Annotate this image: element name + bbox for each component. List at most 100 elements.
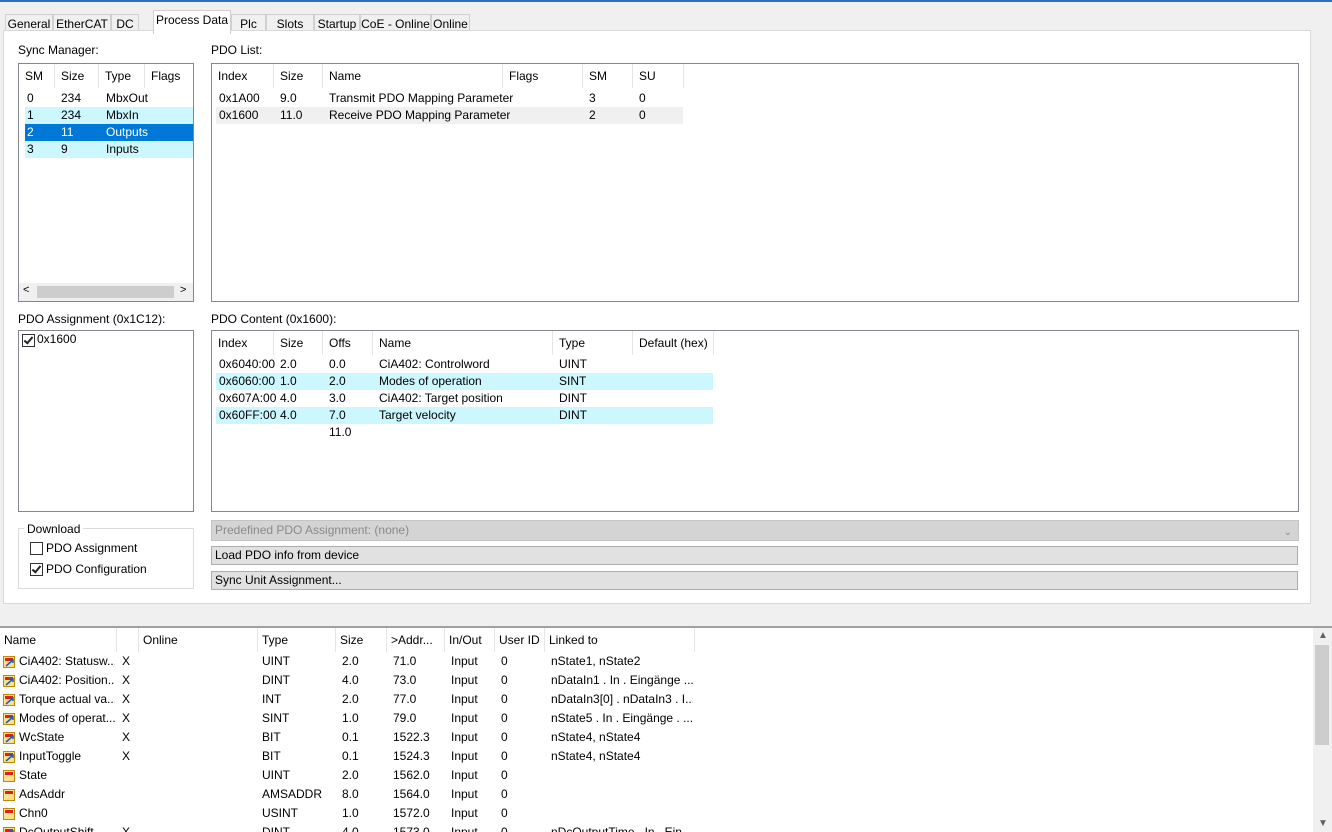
sync-manager-row-selected[interactable]: 2 11 Outputs: [25, 124, 193, 141]
scroll-down-icon[interactable]: ▼: [1318, 818, 1328, 829]
column-header-online[interactable]: Online: [139, 628, 258, 652]
variable-type: UINT: [262, 768, 290, 782]
pdo-assignment-item[interactable]: 0x1600: [37, 332, 76, 346]
load-pdo-info-button[interactable]: Load PDO info from device: [211, 546, 1298, 565]
sm-type: Inputs: [106, 142, 139, 156]
linked-input-variable-icon: [3, 655, 16, 668]
variable-row[interactable]: CiA402: Statusw... X UINT 2.0 71.0 Input 0 nSta…: [0, 652, 1312, 671]
sm-size: 234: [61, 91, 82, 105]
variable-row[interactable]: AdsAddr AMSADDR 8.0 1564.0 Input 0: [0, 785, 1312, 804]
pdo-assignment-download-label[interactable]: PDO Assignment: [46, 541, 137, 555]
pdo-configuration-download-label[interactable]: PDO Configuration: [46, 562, 147, 576]
tab-bar: General EtherCAT DC Process Data Plc Slo…: [0, 2, 1332, 34]
variable-name: CiA402: Statusw...: [19, 654, 115, 668]
column-header-sm[interactable]: SM: [583, 64, 633, 88]
column-header-linked-to[interactable]: Linked to: [545, 628, 695, 652]
column-header-inout[interactable]: In/Out: [445, 628, 495, 652]
variables-list[interactable]: Name Online Type Size >Addr... In/Out Us…: [0, 628, 1332, 832]
pdo-size: 11.0: [280, 108, 303, 122]
column-header-default[interactable]: Default (hex): [633, 331, 714, 355]
column-header-offs[interactable]: Offs: [323, 331, 373, 355]
pdo-assignment-checkbox[interactable]: [22, 334, 35, 347]
variable-name: AdsAddr: [19, 787, 66, 801]
pdo-index: 0x1A00: [219, 91, 260, 105]
pdo-list-row[interactable]: 0x1A00 9.0 Transmit PDO Mapping Paramete…: [216, 90, 683, 107]
variable-row[interactable]: WcState X BIT 0.1 1522.3 Input 0 nState4, nStat…: [0, 728, 1312, 747]
sync-unit-assignment-button[interactable]: Sync Unit Assignment...: [211, 571, 1298, 590]
sync-manager-row[interactable]: 0 234 MbxOut: [25, 90, 193, 107]
input-variable-icon: [3, 788, 16, 801]
variable-linked-to: nDcOutputTime . In . Ein...: [551, 825, 692, 832]
column-header-address[interactable]: >Addr...: [387, 628, 445, 652]
column-header-type[interactable]: Type: [553, 331, 633, 355]
pdo-assignment-label: PDO Assignment (0x1C12):: [18, 312, 166, 326]
variable-row[interactable]: State UINT 2.0 1562.0 Input 0: [0, 766, 1312, 785]
sm-number: 2: [27, 125, 34, 139]
column-header-index[interactable]: Index: [212, 64, 274, 88]
sm-number: 0: [27, 91, 34, 105]
column-header-size[interactable]: Size: [55, 64, 99, 88]
variable-row[interactable]: Chn0 USINT 1.0 1572.0 Input 0: [0, 804, 1312, 823]
sync-manager-list[interactable]: SM Size Type Flags 0 234 MbxOut 1 234 Mb…: [18, 63, 194, 302]
horizontal-scrollbar[interactable]: < >: [19, 283, 193, 301]
scroll-right-icon[interactable]: >: [180, 284, 186, 296]
column-header-flags[interactable]: Flags: [145, 64, 193, 88]
linked-input-variable-icon: [3, 750, 16, 763]
pdo-assignment-download-checkbox[interactable]: [30, 542, 43, 555]
column-header-name[interactable]: Name: [323, 64, 503, 88]
entry-name: CiA402: Controlword: [379, 357, 490, 371]
variable-size: 0.1: [342, 749, 359, 763]
pdo-list-row[interactable]: 0x1600 11.0 Receive PDO Mapping Paramete…: [216, 107, 683, 124]
pdo-name: Transmit PDO Mapping Parameter: [329, 91, 514, 105]
variable-marker: X: [122, 673, 131, 687]
scroll-up-icon[interactable]: ▲: [1318, 630, 1328, 641]
variable-name: State: [19, 768, 48, 782]
column-header-index[interactable]: Index: [212, 331, 274, 355]
entry-name: Target velocity: [379, 408, 456, 422]
sync-manager-row[interactable]: 1 234 MbxIn: [25, 107, 193, 124]
scrollbar-thumb[interactable]: [37, 286, 174, 298]
linked-input-variable-icon: [3, 731, 16, 744]
pdo-content-row[interactable]: 0x6040:00 2.0 0.0 CiA402: Controlword UI…: [216, 356, 713, 373]
pdo-content-row[interactable]: 0x607A:00 4.0 3.0 CiA402: Target positio…: [216, 390, 713, 407]
scrollbar-thumb[interactable]: [1315, 645, 1329, 745]
variable-row[interactable]: Torque actual va... X INT 2.0 77.0 Input 0 nDat…: [0, 690, 1312, 709]
predefined-pdo-assignment-dropdown[interactable]: Predefined PDO Assignment: (none) ⌄: [211, 520, 1299, 541]
sm-type: MbxOut: [106, 91, 149, 105]
pdo-content-row[interactable]: 0x6060:00 1.0 2.0 Modes of operation SIN…: [216, 373, 713, 390]
column-header-type[interactable]: Type: [99, 64, 145, 88]
entry-index: 0x607A:00: [219, 391, 277, 405]
column-header-name[interactable]: Name: [373, 331, 553, 355]
tab-process-data[interactable]: Process Data: [153, 10, 231, 34]
variable-marker: X: [122, 654, 131, 668]
column-header-name[interactable]: Name: [0, 628, 117, 652]
sm-type: MbxIn: [106, 108, 139, 122]
pdo-assignment-list[interactable]: 0x1600: [18, 330, 194, 512]
variable-row[interactable]: Modes of operat... X SINT 1.0 79.0 Input 0 nSta…: [0, 709, 1312, 728]
scroll-left-icon[interactable]: <: [23, 284, 29, 296]
entry-offset: 0.0: [329, 357, 346, 371]
variable-address: 1572.0: [393, 806, 430, 820]
variable-row[interactable]: CiA402: Position... X DINT 4.0 73.0 Input 0 nDa…: [0, 671, 1312, 690]
pdo-content-row[interactable]: 0x60FF:00 4.0 7.0 Target velocity DINT: [216, 407, 713, 424]
column-header-blank[interactable]: [117, 628, 139, 652]
input-variable-icon: [3, 807, 16, 820]
column-header-size[interactable]: Size: [274, 64, 323, 88]
column-header-flags[interactable]: Flags: [503, 64, 583, 88]
variable-name: CiA402: Position...: [19, 673, 115, 687]
variable-type: AMSADDR: [262, 787, 323, 801]
pdo-content-list[interactable]: Index Size Offs Name Type Default (hex) …: [211, 330, 1299, 512]
column-header-su[interactable]: SU: [633, 64, 684, 88]
pdo-list-label: PDO List:: [211, 43, 263, 57]
column-header-sm[interactable]: SM: [19, 64, 55, 88]
column-header-size[interactable]: Size: [336, 628, 387, 652]
column-header-type[interactable]: Type: [258, 628, 336, 652]
pdo-list[interactable]: Index Size Name Flags SM SU 0x1A00 9.0 T…: [211, 63, 1299, 302]
column-header-user-id[interactable]: User ID: [495, 628, 545, 652]
variable-row[interactable]: InputToggle X BIT 0.1 1524.3 Input 0 nState4, n…: [0, 747, 1312, 766]
sync-manager-row[interactable]: 3 9 Inputs: [25, 141, 193, 158]
variable-row[interactable]: DcOutputShift X DINT 4.0 1573.0 Input 0 nDcOutp…: [0, 823, 1312, 832]
entry-type: DINT: [559, 408, 587, 422]
column-header-size[interactable]: Size: [274, 331, 323, 355]
pdo-configuration-download-checkbox[interactable]: [30, 563, 43, 576]
